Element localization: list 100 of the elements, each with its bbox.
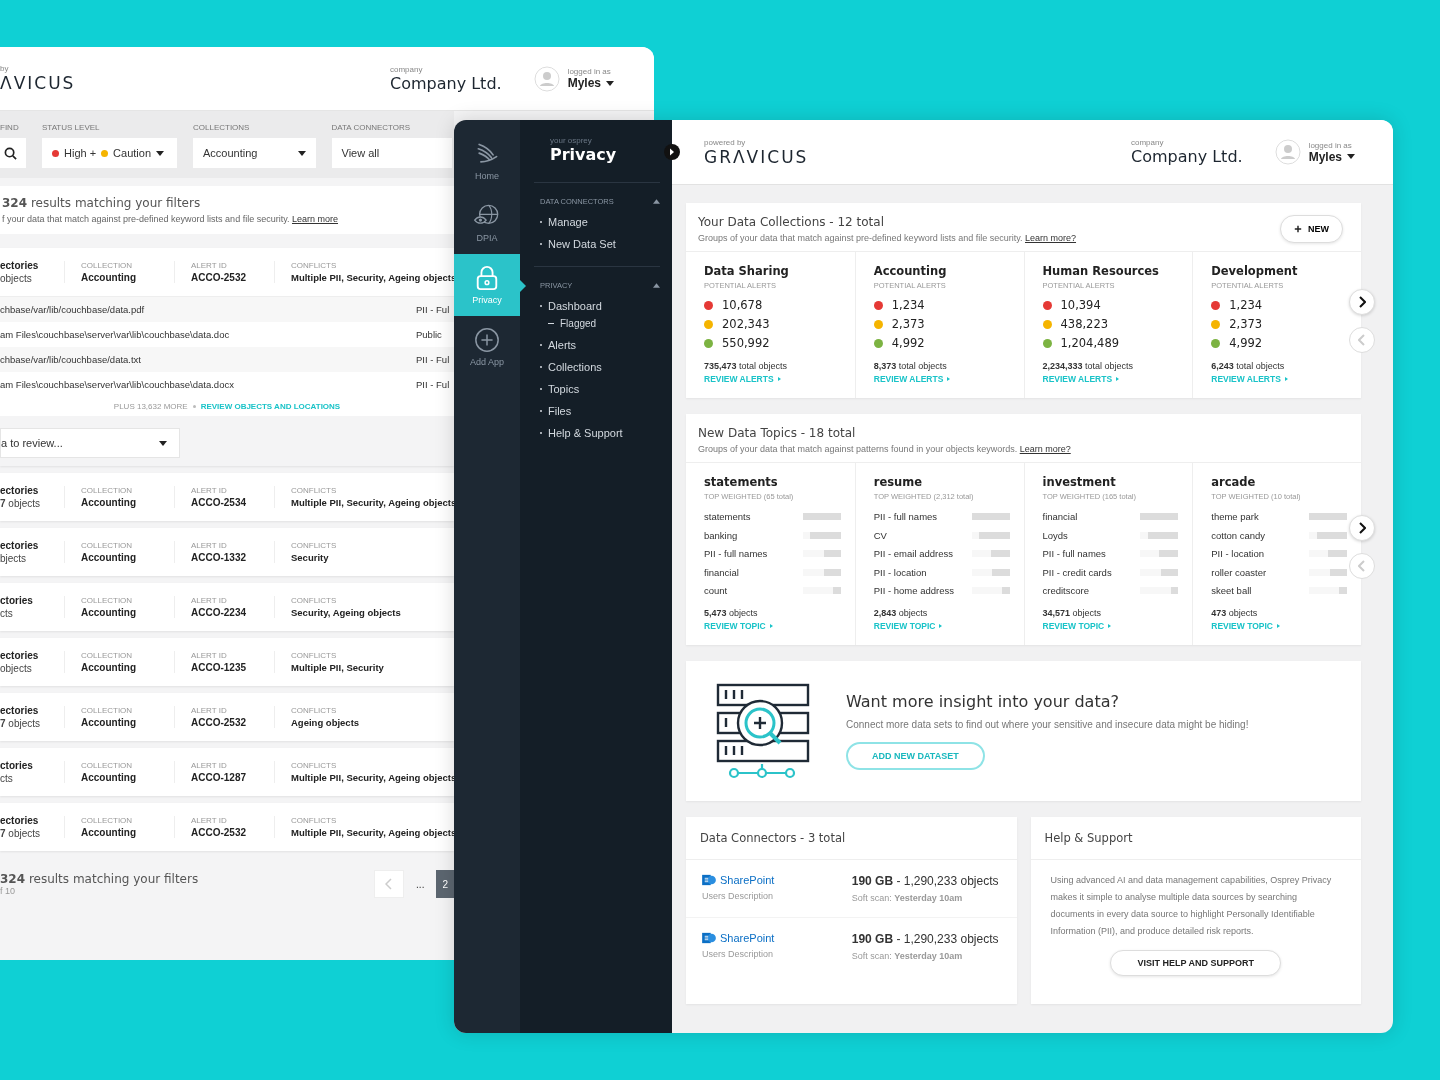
learn-more-link[interactable]: Learn more? xyxy=(1025,233,1077,243)
directories-text: ctories xyxy=(0,760,34,771)
tile-title: Development xyxy=(1211,264,1299,278)
plus-icon xyxy=(1294,225,1302,233)
alert-id: ACCO-2532 xyxy=(191,717,248,728)
nav-link[interactable]: Help & Support xyxy=(540,427,660,439)
status-dropdown[interactable]: High + Caution xyxy=(42,138,177,168)
column-label: COLLECTION xyxy=(81,261,134,270)
total-objects: 2,234,333 total objects xyxy=(1042,361,1135,371)
filter-dropdown[interactable]: View all xyxy=(331,138,452,168)
column-label: COLLECTION xyxy=(81,816,134,825)
results-title: 324 results matching your filters xyxy=(0,872,199,886)
rail-item[interactable]: DPIA xyxy=(454,192,520,254)
company-caption: company xyxy=(1131,138,1165,147)
keyword-text: count xyxy=(704,585,728,597)
objects-count: 2,843 objects xyxy=(873,607,929,618)
alert-count: 1,204,489 xyxy=(1060,336,1120,350)
company-caption: company xyxy=(390,64,424,74)
column-label: ALERT ID xyxy=(191,761,228,770)
page-button[interactable]: ... xyxy=(410,870,431,898)
nav-link[interactable]: Manage xyxy=(540,216,660,228)
total-objects: 6,243 total objects xyxy=(1211,361,1286,371)
column-label: ALERT ID xyxy=(191,261,228,270)
collapse-toggle-icon[interactable] xyxy=(664,144,680,160)
keyword-text: PII - location xyxy=(873,566,927,578)
alert-id: ACCO-1332 xyxy=(191,552,248,563)
next-button[interactable] xyxy=(1349,515,1375,542)
alert-card[interactable]: ctories cts COLLECTION Accounting ALERT ID ACCO-2234 CONFLICTS Security, Ageing objects xyxy=(0,583,454,631)
learn-more-link[interactable]: Learn more xyxy=(292,214,338,224)
file-path: am Files\couchbase\server\var\lib\couchbase\data.docx xyxy=(0,379,234,390)
column-label: ALERT ID xyxy=(191,816,228,825)
new-button[interactable]: NEW xyxy=(1280,215,1343,243)
connector-size: 190 GB - 1,290,233 objects xyxy=(851,873,999,888)
column-label: CONFLICTS xyxy=(291,816,338,825)
file-path: chbase/var/lib/couchbase/data.pdf xyxy=(0,304,145,315)
chevron-left-icon xyxy=(1358,560,1366,573)
objects-count: cts xyxy=(0,773,14,784)
alert-card[interactable] xyxy=(0,248,454,466)
nav-link[interactable]: Alerts xyxy=(540,339,660,351)
search-field[interactable] xyxy=(0,138,26,168)
next-button[interactable] xyxy=(1349,288,1375,315)
powered-by-caption: powered by xyxy=(704,137,747,147)
nav-link[interactable]: Flagged xyxy=(540,318,660,329)
results-title: 324 results matching your filters xyxy=(2,196,202,210)
keyword-text: CV xyxy=(873,529,887,541)
alert-count: 4,992 xyxy=(891,336,925,350)
rail-item[interactable]: Home xyxy=(454,130,520,192)
alert-count: 202,343 xyxy=(722,317,770,331)
review-dropdown[interactable]: a to review... xyxy=(0,428,180,458)
insight-description: Connect more data sets to find out where your sensitive and insecure data might be hiding! xyxy=(846,718,1249,730)
alert-id: ACCO-2234 xyxy=(191,607,248,618)
column-label: ALERT ID xyxy=(191,651,228,660)
scan-time: Soft scan: Yesterday 10am xyxy=(851,950,964,961)
connector-description: Users Description xyxy=(702,890,775,901)
filter-dropdown[interactable]: Accounting xyxy=(193,138,316,168)
directories-text: ectories xyxy=(0,650,40,661)
rail-item[interactable]: Add App xyxy=(454,316,520,378)
sharepoint-icon xyxy=(702,873,716,886)
tile-title: Human Resources xyxy=(1042,264,1160,278)
chevron-right-icon xyxy=(1358,295,1366,308)
user-menu-button[interactable]: Myles xyxy=(567,76,614,90)
keyword-text: Loyds xyxy=(1042,529,1068,541)
column-label: CONFLICTS xyxy=(291,651,338,660)
alert-card[interactable]: ectories bjects COLLECTION Accounting ALERT ID ACCO-1332 CONFLICTS Security xyxy=(0,528,454,576)
keyword-text: statements xyxy=(704,511,751,523)
conflicts-value: Multiple PII, Security xyxy=(291,662,385,673)
tile-title: arcade xyxy=(1211,475,1257,489)
help-support-button[interactable]: VISIT HELP AND SUPPORT xyxy=(1110,949,1281,976)
alert-card[interactable]: ectories objects COLLECTION Accounting ALERT ID ACCO-1235 CONFLICTS Multiple PII, Security xyxy=(0,638,454,686)
nav-link[interactable]: Topics xyxy=(540,383,660,395)
nav-link[interactable]: Dashboard xyxy=(540,300,660,312)
column-label: COLLECTION xyxy=(81,596,134,605)
tile-title: Accounting xyxy=(873,264,948,278)
alert-count: 10,678 xyxy=(722,298,763,312)
alert-card[interactable]: ectories 7 objects COLLECTION Accounting ALERT ID ACCO-2532 CONFLICTS Ageing objects xyxy=(0,693,454,741)
objects-count: 7 objects xyxy=(0,828,42,839)
nav-link[interactable]: Collections xyxy=(540,361,660,373)
user-menu-button[interactable]: Myles xyxy=(1308,149,1355,164)
column-label: CONFLICTS xyxy=(291,486,338,495)
nav-link[interactable]: Files xyxy=(540,405,660,417)
objects-count: 5,473 objects xyxy=(704,607,759,618)
objects-count: 7 objects xyxy=(0,498,42,509)
connector-name[interactable]: SharePoint xyxy=(702,873,775,886)
page-button[interactable]: 2 xyxy=(436,870,454,898)
card-description: Groups of your data that match against pre-defined keyword lists and file security. Learn more? xyxy=(698,233,1077,243)
tile-title: statements xyxy=(704,475,779,489)
conflicts-value: Ageing objects xyxy=(291,717,361,728)
connector-name[interactable]: SharePoint xyxy=(702,931,775,944)
alert-id: ACCO-2532 xyxy=(191,827,248,838)
nav-link[interactable]: New Data Set xyxy=(540,238,660,250)
directories-text: ectories xyxy=(0,705,40,716)
tile-title: investment xyxy=(1042,475,1117,489)
caret-icon xyxy=(159,440,167,446)
keyword-text: PII - email address xyxy=(873,548,953,560)
objects-count: bjects xyxy=(0,553,28,564)
company-name: Company Ltd. xyxy=(1131,147,1243,166)
card-title: New Data Topics - 18 total xyxy=(698,426,857,440)
directories-text: ectories xyxy=(0,485,40,496)
learn-more-link[interactable]: Learn more? xyxy=(1019,444,1071,454)
collection-value: Accounting xyxy=(81,772,137,783)
